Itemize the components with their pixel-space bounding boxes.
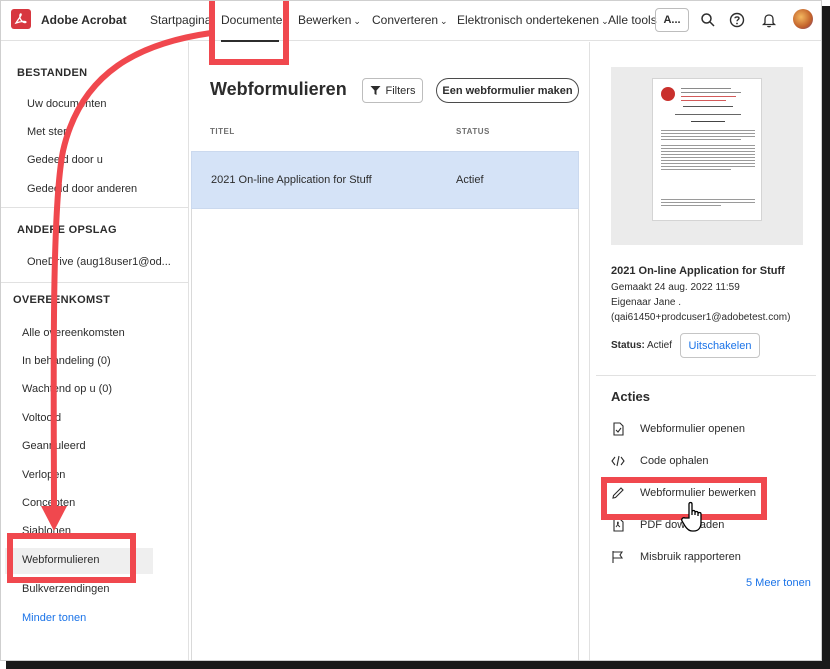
hand-cursor-icon xyxy=(681,501,702,532)
window-shadow-right xyxy=(822,6,830,669)
app-window: Adobe Acrobat Startpagina Documenten Bew… xyxy=(0,0,822,661)
window-shadow-bottom xyxy=(6,661,830,669)
annotation-arrow xyxy=(41,30,214,531)
